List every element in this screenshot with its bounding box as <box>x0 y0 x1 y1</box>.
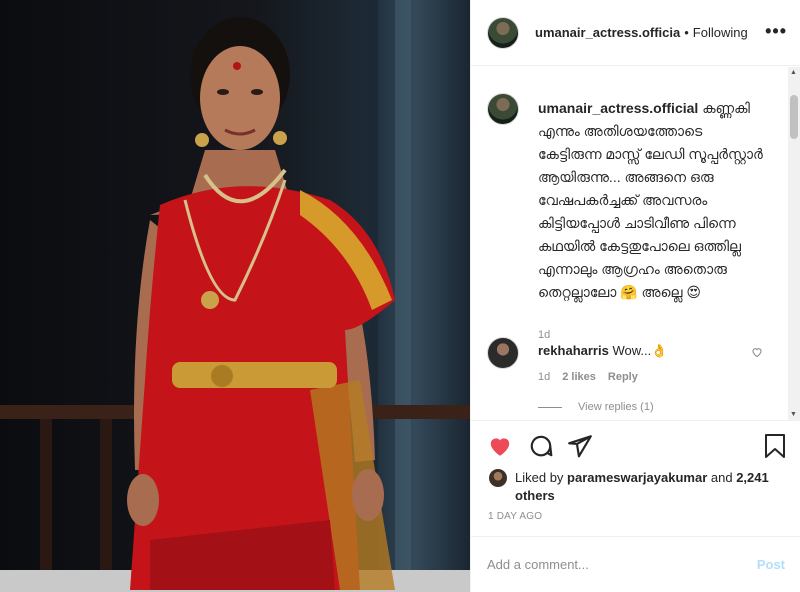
author-username[interactable]: umanair_actress.officia <box>535 25 680 40</box>
comment-icon[interactable] <box>528 433 554 459</box>
comment-timestamp[interactable]: 1d <box>538 371 550 383</box>
comment-body: Wow...👌 <box>612 343 668 358</box>
add-comment-input[interactable]: Add a comment... <box>487 557 589 572</box>
likes-connector: and <box>710 470 733 485</box>
post-details-panel: umanair_actress.officia • Following ••• … <box>470 0 800 592</box>
scrollbar-thumb[interactable] <box>790 95 798 139</box>
header-separator: • <box>684 25 689 40</box>
author-avatar[interactable] <box>487 16 519 49</box>
posted-time[interactable]: 1 DAY AGO <box>488 511 542 522</box>
scroll-down-arrow-icon[interactable]: ▼ <box>790 411 797 418</box>
view-replies-button[interactable]: View replies (1) <box>538 401 654 413</box>
caption-username[interactable]: umanair_actress.official <box>538 100 698 116</box>
scroll-up-arrow-icon[interactable]: ▲ <box>790 69 797 76</box>
comments-scrollbar[interactable]: ▲ ▼ <box>788 67 800 420</box>
save-bookmark-icon[interactable] <box>763 433 787 459</box>
replies-divider-line <box>538 406 562 408</box>
post-actions <box>471 420 800 470</box>
view-replies-label[interactable]: View replies (1) <box>578 401 654 413</box>
liker-username[interactable]: parameswarjayakumar <box>567 470 707 485</box>
caption-text: umanair_actress.official കണ്ണകി എന്നും അ… <box>538 97 768 304</box>
comment-likes[interactable]: 2 likes <box>562 371 596 383</box>
caption-body: കണ്ണകി എന്നും അതിശയത്തോടെ കേട്ടിരുന്ന മാ… <box>538 100 763 300</box>
likes-text: Liked by parameswarjayakumar and 2,241 o… <box>515 469 775 505</box>
add-comment-bar: Add a comment... Post <box>471 536 800 592</box>
post-comment-button[interactable]: Post <box>757 557 785 572</box>
post-photo[interactable] <box>0 0 470 592</box>
liker-avatar[interactable] <box>489 469 507 487</box>
caption-timestamp[interactable]: 1d <box>538 329 550 341</box>
post-header: umanair_actress.officia • Following ••• <box>471 0 800 66</box>
likes-prefix: Liked by <box>515 470 564 485</box>
share-icon[interactable] <box>567 433 593 459</box>
comment-username[interactable]: rekhaharris <box>538 343 609 358</box>
heart-icon[interactable] <box>487 433 513 459</box>
commenter-avatar[interactable] <box>487 337 519 369</box>
portrait-figure <box>127 17 395 590</box>
comment-meta: 1d 2 likes Reply <box>538 371 638 383</box>
following-button[interactable]: Following <box>693 25 748 40</box>
comments-list[interactable]: umanair_actress.official കണ്ണകി എന്നും അ… <box>471 67 800 420</box>
comment-text: rekhaharris Wow...👌 <box>538 343 667 359</box>
comment-like-icon[interactable] <box>751 346 763 358</box>
comment-reply-button[interactable]: Reply <box>608 371 638 383</box>
caption-author-avatar[interactable] <box>487 93 519 125</box>
more-options-icon[interactable]: ••• <box>765 22 787 40</box>
